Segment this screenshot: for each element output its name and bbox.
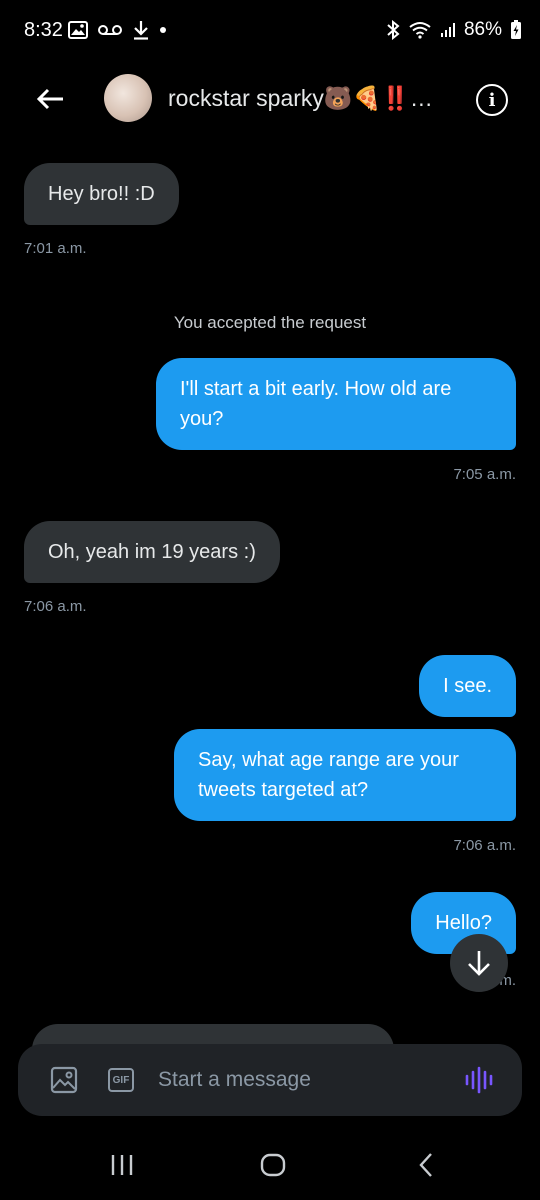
message-timestamp: 7:05 a.m.	[453, 466, 516, 483]
info-button[interactable]: i	[476, 84, 508, 116]
message-timestamp: 7:06 a.m.	[24, 598, 87, 615]
message-bubble-sent[interactable]: I'll start a bit early. How old are you?	[156, 358, 516, 450]
gallery-icon	[68, 21, 88, 39]
system-indicators: 86%	[386, 19, 522, 41]
message-text: I see.	[443, 675, 492, 697]
home-button[interactable]	[259, 1150, 287, 1180]
message-text: Hello?	[435, 912, 492, 934]
signal-icon	[440, 23, 455, 37]
message-timestamp: 7:01 a.m.	[24, 240, 87, 257]
recents-icon	[111, 1155, 133, 1175]
back-button-system[interactable]	[414, 1150, 438, 1180]
message-timestamp: 7:06 a.m.	[453, 837, 516, 854]
back-arrow-icon	[36, 88, 63, 110]
message-text: Oh, yeah im 19 years :)	[48, 541, 256, 563]
system-notice: You accepted the request	[173, 313, 367, 332]
message-text: Hey bro!! :D	[48, 183, 155, 205]
battery-icon	[511, 20, 521, 39]
message-text: I'll start a bit early. How old are you?	[180, 378, 452, 430]
message-bubble-sent[interactable]: I see.	[419, 655, 516, 717]
gif-label: GIF	[112, 1074, 130, 1086]
download-icon	[134, 21, 148, 40]
message-bubble-sent[interactable]: Say, what age range are your tweets targ…	[174, 729, 516, 821]
scroll-to-bottom-button[interactable]	[450, 934, 508, 992]
message-text: Say, what age range are your tweets targ…	[198, 749, 459, 801]
wifi-icon	[409, 22, 431, 39]
voice-message-icon[interactable]	[464, 1066, 498, 1094]
dot-icon	[160, 27, 166, 33]
voicemail-icon	[98, 25, 122, 35]
back-button[interactable]	[30, 82, 70, 116]
message-bubble-received[interactable]: Hey bro!! :D	[24, 163, 179, 225]
recents-button[interactable]	[108, 1150, 136, 1180]
back-icon	[419, 1153, 432, 1177]
bluetooth-icon	[387, 20, 400, 40]
arrow-down-icon	[468, 951, 490, 976]
message-composer: GIF	[18, 1044, 522, 1116]
status-time: 8:32	[24, 19, 63, 41]
contact-name[interactable]: rockstar sparky🐻🍕‼️…	[168, 85, 433, 112]
status-bar: 8:32 86%	[0, 0, 540, 64]
conversation-header: rockstar sparky🐻🍕‼️… i	[0, 64, 540, 136]
image-icon[interactable]	[50, 1066, 78, 1094]
notification-icons	[68, 20, 166, 40]
avatar[interactable]	[104, 74, 152, 122]
message-bubble-received[interactable]: Oh, yeah im 19 years :)	[24, 521, 280, 583]
system-nav-bar	[0, 1130, 540, 1200]
message-input[interactable]	[158, 1062, 448, 1098]
info-icon: i	[488, 89, 496, 111]
battery-percent: 86%	[463, 19, 502, 40]
gif-icon[interactable]: GIF	[108, 1068, 134, 1092]
home-icon	[260, 1153, 286, 1177]
